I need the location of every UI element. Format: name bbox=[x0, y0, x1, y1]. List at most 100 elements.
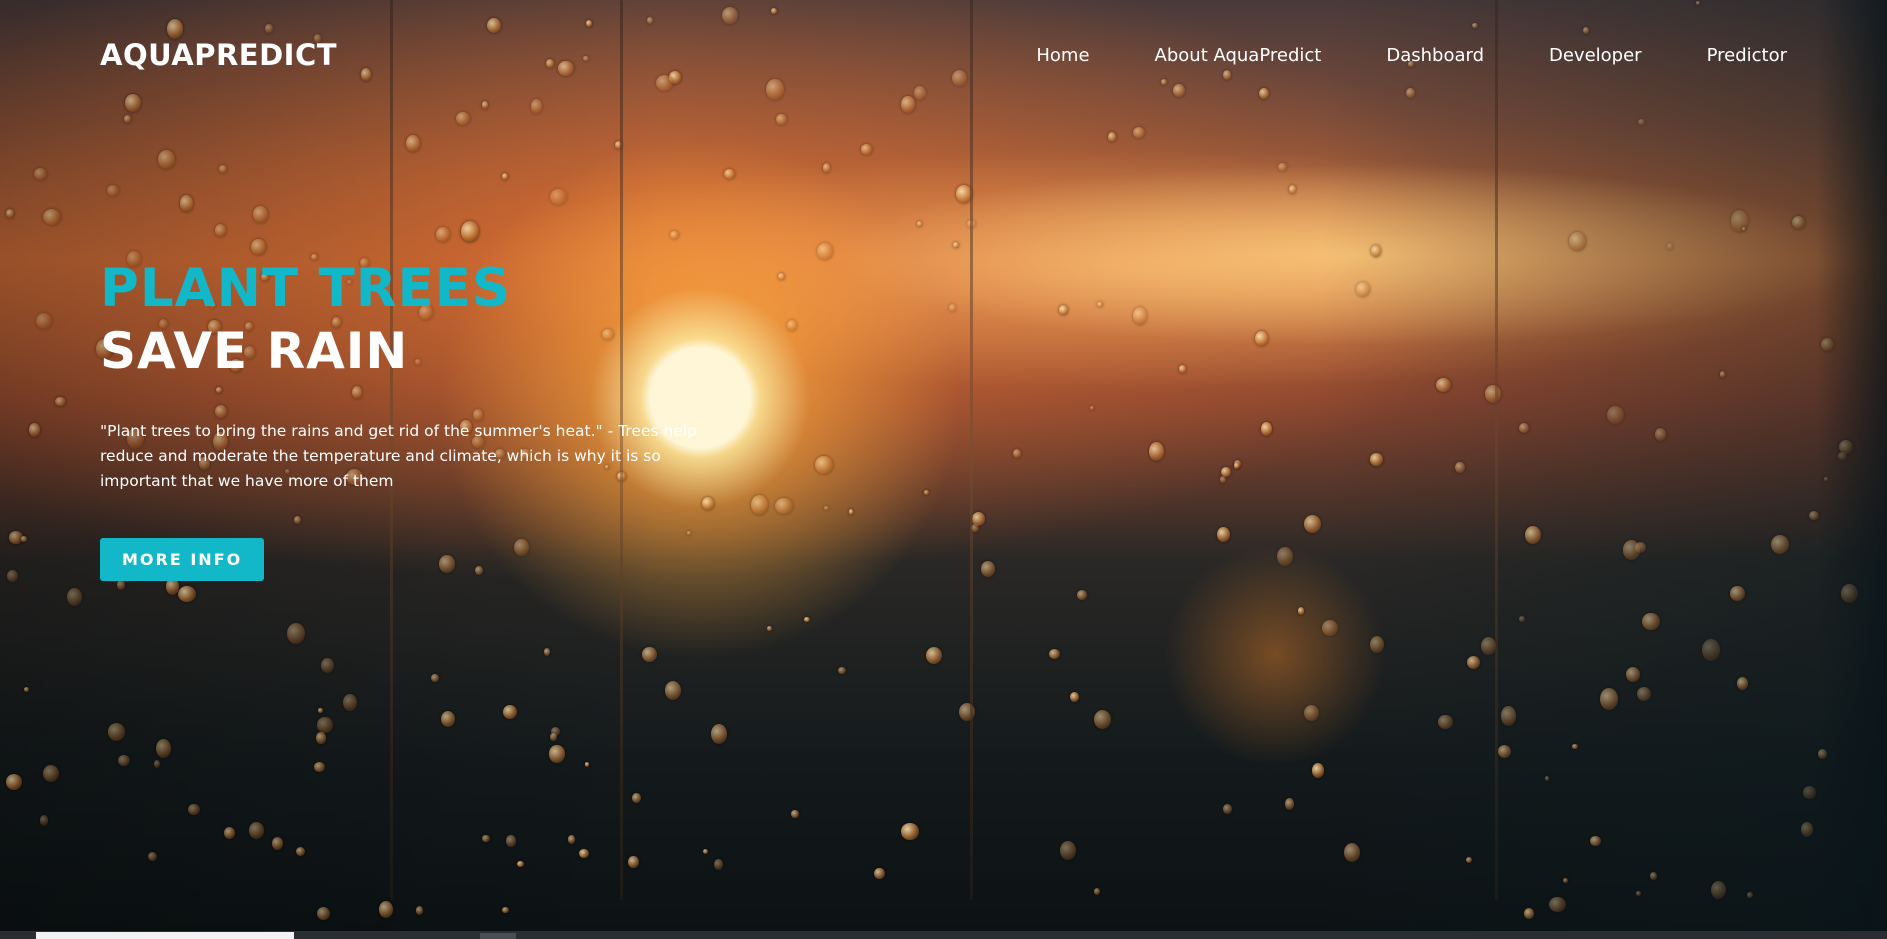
os-taskbar bbox=[0, 931, 1887, 939]
raindrop bbox=[1571, 743, 1578, 750]
raindrop bbox=[155, 739, 171, 758]
raindrop bbox=[1569, 232, 1586, 251]
raindrop bbox=[824, 505, 829, 511]
raindrop bbox=[579, 848, 589, 859]
raindrop bbox=[804, 616, 810, 623]
raindrop bbox=[1438, 715, 1453, 729]
raindrop bbox=[6, 570, 18, 582]
raindrop bbox=[1089, 405, 1094, 411]
nav-link-dashboard[interactable]: Dashboard bbox=[1386, 45, 1484, 66]
hero-headline-secondary: SAVE RAIN bbox=[100, 322, 409, 380]
nav-link-about[interactable]: About AquaPredict bbox=[1155, 45, 1322, 66]
raindrop bbox=[317, 717, 333, 733]
raindrop bbox=[1837, 451, 1847, 461]
raindrop bbox=[791, 810, 799, 818]
raindrop bbox=[778, 273, 786, 281]
raindrop bbox=[664, 680, 682, 700]
raindrop bbox=[711, 723, 728, 744]
hero-quote: "Plant trees to bring the rains and get … bbox=[100, 422, 697, 490]
raindrop bbox=[1803, 786, 1817, 799]
raindrop bbox=[1254, 330, 1269, 347]
raindrop bbox=[1720, 371, 1726, 378]
raindrop bbox=[980, 561, 995, 578]
raindrop bbox=[55, 396, 66, 406]
raindrop bbox=[1343, 842, 1360, 862]
raindrop bbox=[67, 587, 83, 606]
raindrop bbox=[817, 242, 833, 260]
raindrop bbox=[106, 184, 119, 197]
raindrop bbox=[29, 422, 41, 438]
raindrop bbox=[948, 304, 957, 313]
brand-logo[interactable]: AQUAPREDICT bbox=[100, 38, 337, 72]
raindrop bbox=[1500, 706, 1517, 727]
raindrop bbox=[1466, 656, 1481, 670]
raindrop bbox=[723, 169, 735, 180]
raindrop bbox=[642, 647, 657, 662]
raindrop bbox=[1635, 891, 1642, 896]
taskbar-app-item[interactable] bbox=[480, 933, 516, 939]
raindrop bbox=[5, 774, 22, 790]
raindrop bbox=[1485, 385, 1502, 403]
raindrop bbox=[250, 238, 266, 256]
raindrop bbox=[822, 162, 831, 173]
raindrop bbox=[702, 848, 708, 854]
raindrop bbox=[1048, 649, 1060, 660]
raindrop bbox=[1600, 687, 1618, 710]
raindrop bbox=[501, 906, 509, 914]
raindrop bbox=[1311, 762, 1325, 778]
raindrop bbox=[1096, 301, 1103, 308]
nav-link-predictor[interactable]: Predictor bbox=[1707, 45, 1787, 66]
raindrop bbox=[1012, 448, 1021, 458]
raindrop bbox=[1077, 590, 1088, 600]
raindrop bbox=[415, 906, 423, 915]
raindrop bbox=[436, 226, 450, 242]
nav-item-predictor: Predictor bbox=[1707, 45, 1787, 66]
raindrop bbox=[1277, 547, 1293, 567]
window-frame-shadow bbox=[1817, 0, 1887, 939]
raindrop bbox=[378, 900, 393, 918]
raindrop bbox=[33, 168, 47, 180]
raindrop bbox=[917, 221, 922, 227]
nav-links: Home About AquaPredict Dashboard Develop… bbox=[971, 45, 1787, 66]
raindrop bbox=[952, 241, 959, 248]
raindrop bbox=[405, 134, 420, 153]
nav-link-developer[interactable]: Developer bbox=[1549, 45, 1642, 66]
raindrop bbox=[148, 852, 158, 862]
raindrop bbox=[873, 867, 885, 880]
raindrop bbox=[1497, 744, 1512, 759]
raindrop bbox=[901, 823, 919, 840]
raindrop bbox=[776, 113, 788, 125]
raindrop bbox=[1220, 467, 1231, 478]
raindrop bbox=[1436, 378, 1452, 392]
raindrop bbox=[1710, 881, 1726, 900]
raindrop bbox=[316, 732, 326, 744]
raindrop bbox=[314, 762, 326, 772]
taskbar-search-field[interactable] bbox=[36, 932, 294, 939]
nav-link-home[interactable]: Home bbox=[1036, 45, 1089, 66]
raindrop bbox=[714, 859, 723, 871]
raindrop bbox=[461, 221, 480, 242]
raindrop bbox=[43, 764, 60, 783]
raindrop bbox=[775, 498, 793, 515]
raindrop bbox=[1642, 612, 1660, 631]
raindrop bbox=[1638, 118, 1645, 125]
raindrop bbox=[501, 172, 508, 180]
raindrop bbox=[296, 846, 306, 856]
raindrop bbox=[670, 230, 680, 240]
raindrop bbox=[1369, 636, 1384, 653]
raindrop bbox=[286, 622, 305, 644]
raindrop bbox=[1523, 907, 1535, 919]
raindrop bbox=[9, 531, 23, 544]
raindrop bbox=[1321, 619, 1339, 636]
raindrop bbox=[316, 906, 331, 921]
more-info-button[interactable]: MORE INFO bbox=[100, 537, 265, 581]
raindrop bbox=[787, 319, 797, 331]
raindrop bbox=[1455, 462, 1465, 474]
raindrop bbox=[317, 708, 324, 714]
raindrop bbox=[1233, 462, 1240, 469]
raindrop bbox=[1838, 439, 1853, 454]
raindrop bbox=[1800, 821, 1813, 837]
raindrop bbox=[1284, 798, 1295, 810]
raindrop bbox=[461, 224, 478, 242]
page: AQUAPREDICT Home About AquaPredict Dashb… bbox=[0, 0, 1887, 939]
